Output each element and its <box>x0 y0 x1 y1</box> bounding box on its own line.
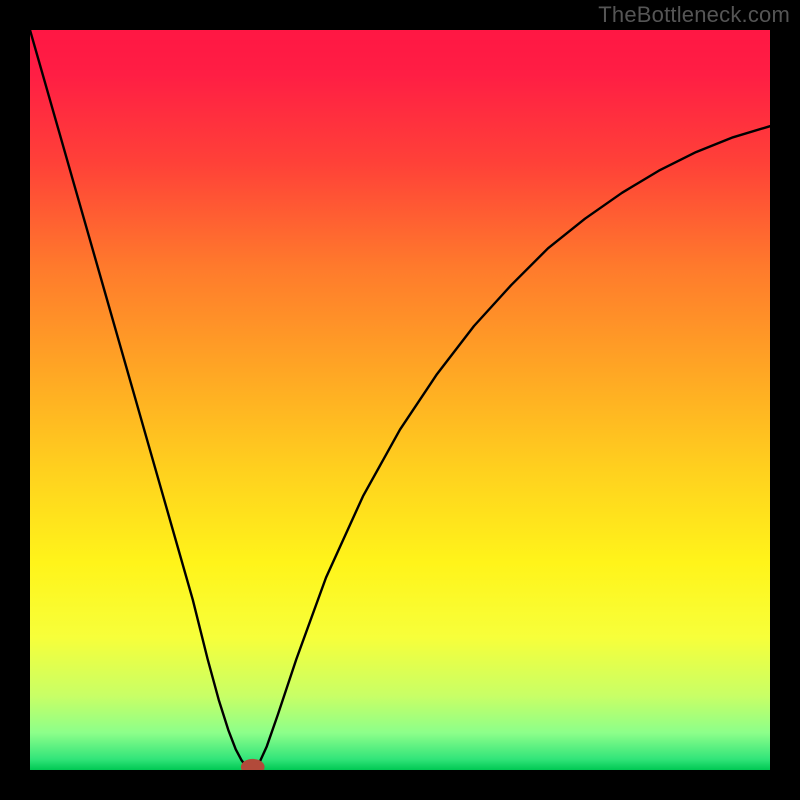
bottleneck-chart <box>30 30 770 770</box>
watermark-text: TheBottleneck.com <box>598 2 790 28</box>
gradient-background <box>30 30 770 770</box>
chart-frame <box>30 30 770 770</box>
